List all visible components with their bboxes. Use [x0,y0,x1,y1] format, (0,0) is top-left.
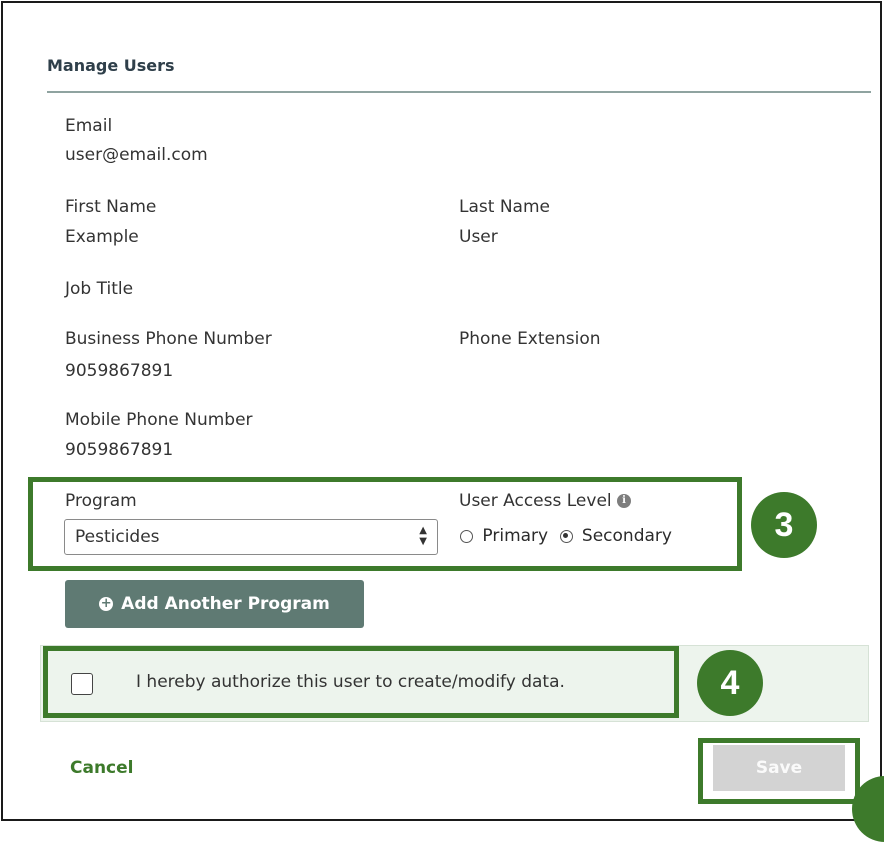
first-name-label: First Name [65,197,157,217]
add-another-program-button[interactable]: + Add Another Program [65,580,364,628]
email-value: user@email.com [65,145,208,165]
authorize-text: I hereby authorize this user to create/m… [136,672,565,692]
business-phone-value: 9059867891 [65,361,174,381]
page-title: Manage Users [47,56,175,75]
access-level-label: User Access Level [459,491,612,511]
mobile-phone-value: 9059867891 [65,440,174,460]
job-title-label: Job Title [65,279,134,299]
last-name-value: User [459,227,498,247]
mobile-phone-label: Mobile Phone Number [65,410,253,430]
access-level-radio-group: Primary Secondary [460,526,672,546]
first-name-value: Example [65,227,139,247]
phone-extension-label: Phone Extension [459,329,601,349]
secondary-radio-label: Secondary [581,526,672,546]
primary-radio-label: Primary [482,526,549,546]
step-3-callout: 3 [751,492,817,558]
cancel-link[interactable]: Cancel [70,758,133,778]
program-label: Program [65,491,137,511]
primary-radio[interactable] [460,529,473,543]
access-level-label-group: User Access Level i [459,491,632,511]
add-another-program-label: Add Another Program [121,594,330,614]
save-button[interactable]: Save [713,745,845,791]
email-label: Email [65,116,113,136]
secondary-radio[interactable] [559,529,573,543]
business-phone-label: Business Phone Number [65,329,272,349]
info-icon[interactable]: i [617,494,632,508]
step-4-callout: 4 [697,650,763,716]
authorize-checkbox[interactable] [71,673,93,695]
program-select[interactable]: Pesticides ▲ ▼ [64,519,438,555]
program-select-value: Pesticides [75,527,160,547]
title-divider [47,91,871,93]
last-name-label: Last Name [459,197,550,217]
plus-circle-icon: + [99,596,114,611]
chevron-up-down-icon: ▲ ▼ [419,525,427,547]
